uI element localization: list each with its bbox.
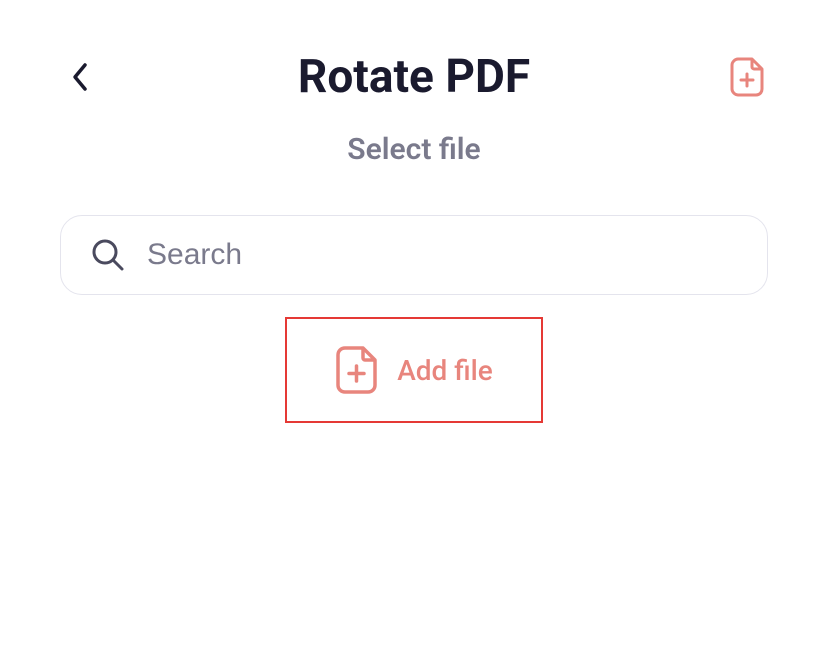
file-plus-icon bbox=[730, 57, 766, 97]
file-plus-icon bbox=[335, 345, 379, 395]
header: Rotate PDF bbox=[60, 50, 768, 104]
chevron-left-icon bbox=[70, 61, 90, 93]
add-file-label: Add file bbox=[397, 354, 493, 387]
search-input[interactable] bbox=[147, 238, 737, 272]
add-file-container: Add file bbox=[60, 317, 768, 423]
search-container[interactable] bbox=[60, 215, 768, 295]
subtitle: Select file bbox=[60, 132, 768, 167]
page-title: Rotate PDF bbox=[100, 50, 728, 104]
header-add-file-button[interactable] bbox=[728, 57, 768, 97]
add-file-button[interactable]: Add file bbox=[285, 317, 543, 423]
search-icon bbox=[91, 238, 125, 272]
back-button[interactable] bbox=[60, 57, 100, 97]
